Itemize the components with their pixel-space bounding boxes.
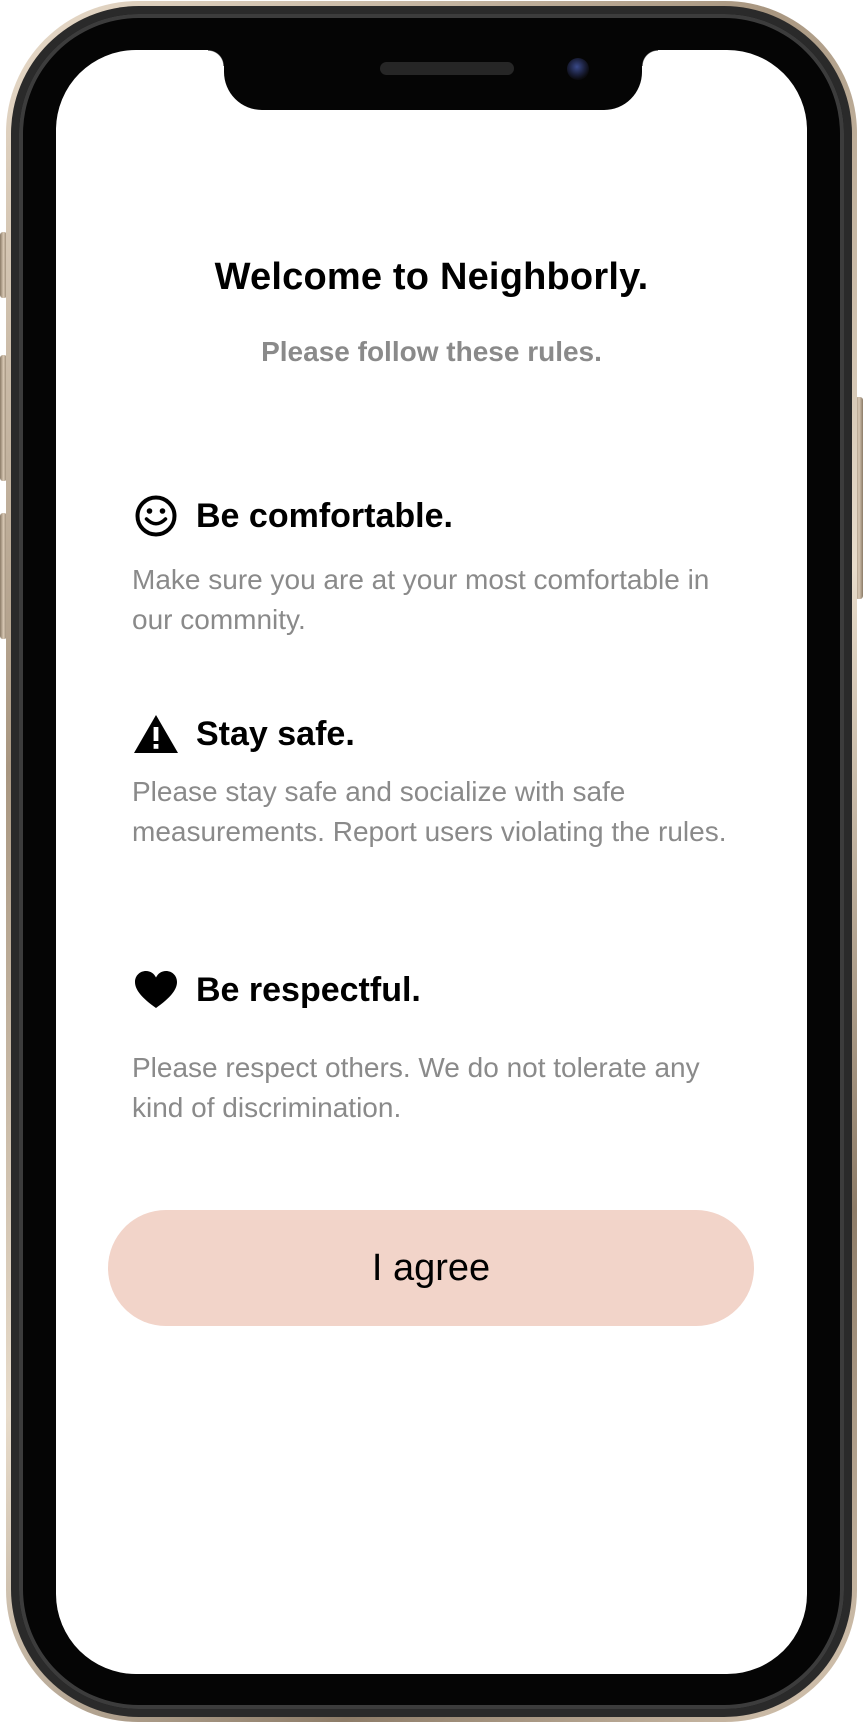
front-camera: [567, 58, 589, 80]
page-subtitle: Please follow these rules.: [261, 336, 602, 367]
agree-button[interactable]: I agree: [108, 1210, 754, 1326]
smiley-icon: [132, 492, 180, 540]
heart-icon: [132, 966, 180, 1014]
rule-header: Stay safe.: [132, 710, 742, 758]
page-title: Welcome to Neighborly.: [214, 256, 649, 298]
phone-device: Welcome to Neighborly. Please follow the…: [0, 0, 865, 1727]
app-screen: Welcome to Neighborly. Please follow the…: [56, 50, 807, 1674]
rule-title: Stay safe.: [196, 714, 355, 753]
speaker-grille: [380, 62, 514, 75]
rule-be-comfortable: Be comfortable. Make sure you are at you…: [132, 492, 742, 640]
rule-stay-safe: Stay safe. Please stay safe and socializ…: [132, 710, 742, 852]
rule-description: Make sure you are at your most comfortab…: [132, 564, 710, 635]
warning-icon: [132, 710, 180, 758]
rule-description: Please stay safe and socialize with safe…: [132, 776, 727, 847]
rule-title: Be respectful.: [196, 970, 421, 1009]
rule-description: Please respect others. We do not tolerat…: [132, 1052, 700, 1123]
rule-header: Be respectful.: [132, 966, 742, 1014]
rule-header: Be comfortable.: [132, 492, 742, 540]
rule-title: Be comfortable.: [196, 496, 453, 535]
rule-be-respectful: Be respectful. Please respect others. We…: [132, 966, 742, 1128]
notch: [208, 50, 658, 110]
